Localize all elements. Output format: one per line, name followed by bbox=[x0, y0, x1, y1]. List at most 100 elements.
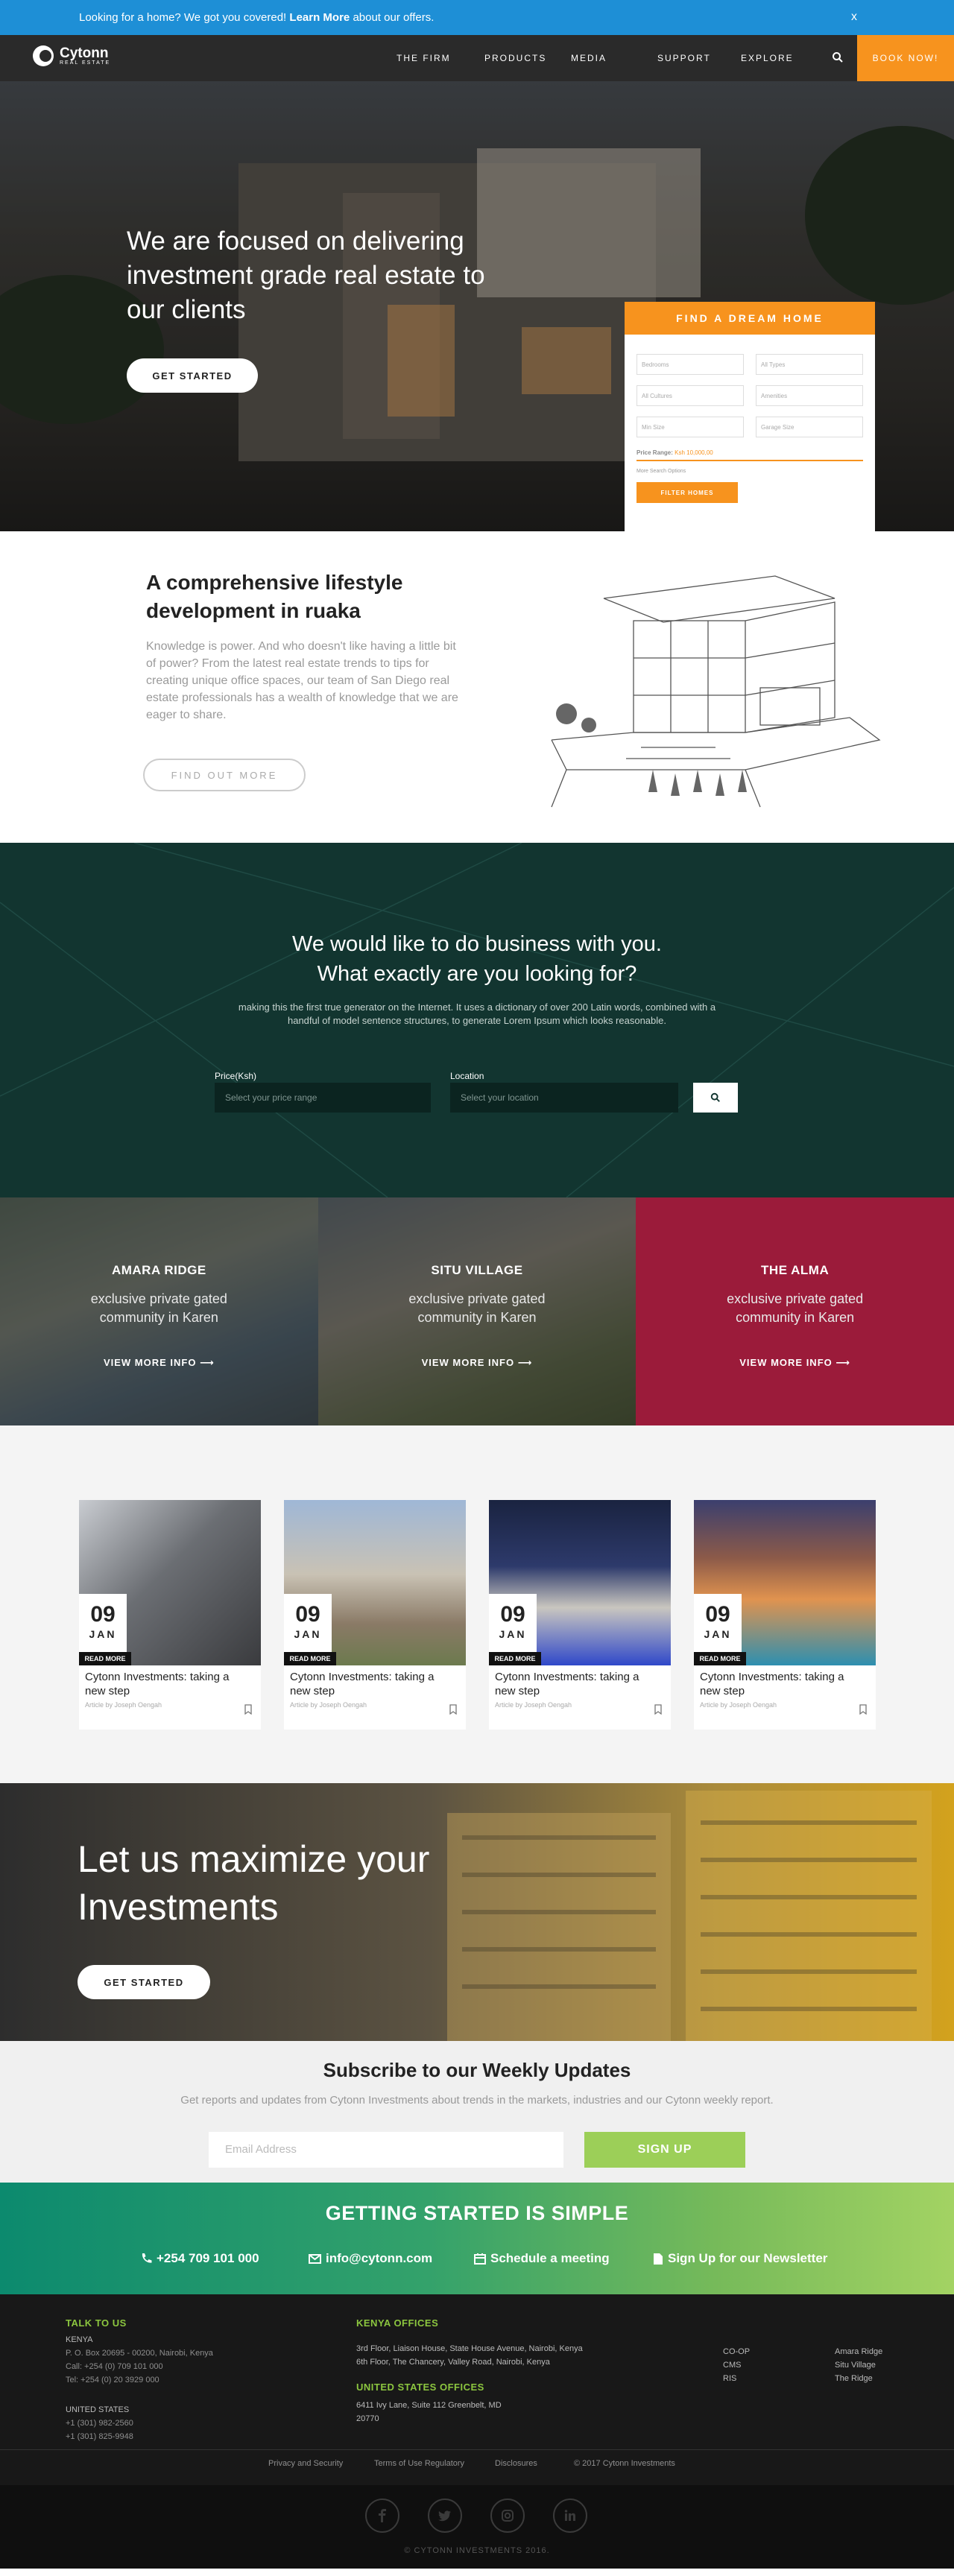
schedule-meeting-link[interactable]: Schedule a meeting bbox=[474, 2251, 610, 2266]
email-address: info@cytonn.com bbox=[326, 2251, 433, 2265]
more-search-options-link[interactable]: More Search Options bbox=[636, 469, 686, 474]
location-select[interactable]: Select your location bbox=[450, 1083, 678, 1113]
bedrooms-select[interactable]: Bedrooms bbox=[636, 354, 744, 375]
articles-section: 09 JAN READ MORE Cytonn Investments: taki… bbox=[0, 1425, 954, 1783]
footer-divider bbox=[0, 2449, 954, 2450]
facebook-icon[interactable] bbox=[365, 2499, 399, 2533]
linkedin-icon[interactable] bbox=[553, 2499, 587, 2533]
property-card-situ-village[interactable]: SITU VILLAGE exclusive private gated com… bbox=[318, 1197, 636, 1425]
disclosures-link[interactable]: Disclosures bbox=[495, 2457, 537, 2470]
article-title[interactable]: Cytonn Investments: taking a new step bbox=[495, 1670, 644, 1698]
article-author: Article by Joseph Oengah bbox=[290, 1701, 367, 1709]
search-icon bbox=[710, 1092, 720, 1102]
email-input[interactable]: Email Address bbox=[209, 2132, 563, 2168]
article-card[interactable]: 09 JAN READ MORE Cytonn Investments: taki… bbox=[489, 1500, 671, 1730]
privacy-link[interactable]: Privacy and Security bbox=[268, 2457, 343, 2470]
newsletter-signup-link[interactable]: Sign Up for our Newsletter bbox=[653, 2251, 827, 2266]
article-title[interactable]: Cytonn Investments: taking a new step bbox=[700, 1670, 849, 1698]
us-phone-2[interactable]: +1 (301) 825-9948 bbox=[66, 2430, 133, 2443]
amenities-select[interactable]: Amenities bbox=[756, 385, 863, 406]
bookmark-icon[interactable] bbox=[859, 1704, 867, 1715]
us-phone-1[interactable]: +1 (301) 982-2560 bbox=[66, 2417, 133, 2430]
article-date: 09 JAN bbox=[79, 1594, 127, 1653]
twitter-icon[interactable] bbox=[428, 2499, 462, 2533]
hero-section: We are focused on delivering investment … bbox=[0, 81, 954, 531]
price-range-select[interactable]: Select your price range bbox=[215, 1083, 431, 1113]
kenya-call[interactable]: Call: +254 (0) 709 101 000 bbox=[66, 2360, 163, 2373]
location-label: Location bbox=[450, 1071, 484, 1081]
banner-text-after: about our offers. bbox=[353, 11, 435, 24]
phone-contact[interactable]: +254 709 101 000 bbox=[140, 2251, 259, 2266]
banner-close-button[interactable]: x bbox=[851, 10, 857, 24]
article-date: 09 JAN bbox=[284, 1594, 332, 1653]
price-range-slider[interactable] bbox=[636, 460, 863, 461]
footer-link-coop[interactable]: CO-OP bbox=[723, 2345, 750, 2358]
search-icon[interactable] bbox=[832, 51, 844, 63]
bookmark-icon[interactable] bbox=[449, 1704, 457, 1715]
min-size-select[interactable]: Min Size bbox=[636, 417, 744, 437]
hero-headline: We are focused on delivering investment … bbox=[127, 227, 485, 324]
property-card-amara-ridge[interactable]: AMARA RIDGE exclusive private gated comm… bbox=[0, 1197, 318, 1425]
types-select[interactable]: All Types bbox=[756, 354, 863, 375]
article-card[interactable]: 09 JAN READ MORE Cytonn Investments: taki… bbox=[284, 1500, 466, 1730]
filter-homes-button[interactable]: FILTER HOMES bbox=[636, 482, 738, 503]
nav-products[interactable]: PRODUCTS bbox=[484, 53, 546, 63]
logo[interactable]: Cytonn REAL ESTATE bbox=[33, 45, 110, 66]
article-card[interactable]: 09 JAN READ MORE Cytonn Investments: taki… bbox=[694, 1500, 876, 1730]
view-more-info-link[interactable]: VIEW MORE INFO ⟶ bbox=[318, 1357, 636, 1369]
footer-link-amara-ridge[interactable]: Amara Ridge bbox=[835, 2345, 882, 2358]
main-nav: Cytonn REAL ESTATE THE FIRM PRODUCTS MED… bbox=[0, 35, 954, 81]
banner-learn-more-link[interactable]: Learn More bbox=[289, 11, 350, 24]
read-more-button[interactable]: READ MORE bbox=[694, 1652, 746, 1665]
business-search-button[interactable] bbox=[693, 1083, 738, 1113]
lifestyle-section: A comprehensive lifestyle development in… bbox=[0, 531, 954, 843]
article-day: 09 bbox=[500, 1602, 525, 1627]
schedule-meeting-label: Schedule a meeting bbox=[490, 2251, 610, 2265]
view-more-info-link[interactable]: VIEW MORE INFO ⟶ bbox=[636, 1357, 954, 1369]
nav-support[interactable]: SUPPORT bbox=[657, 53, 711, 63]
footer-link-situ-village[interactable]: Situ Village bbox=[835, 2358, 876, 2372]
article-title[interactable]: Cytonn Investments: taking a new step bbox=[290, 1670, 439, 1698]
bookmark-icon[interactable] bbox=[654, 1704, 662, 1715]
property-description: exclusive private gated community in Kar… bbox=[408, 1291, 546, 1325]
price-range-label: Price Range: Ksh 10,000,00 bbox=[636, 449, 713, 456]
read-more-button[interactable]: READ MORE bbox=[489, 1652, 541, 1665]
instagram-icon[interactable] bbox=[490, 2499, 525, 2533]
email-contact[interactable]: info@cytonn.com bbox=[309, 2251, 432, 2266]
cultures-select[interactable]: All Cultures bbox=[636, 385, 744, 406]
footer-link-ris[interactable]: RIS bbox=[723, 2372, 736, 2385]
nav-explore[interactable]: EXPLORE bbox=[741, 53, 794, 63]
nav-media[interactable]: MEDIA bbox=[571, 53, 607, 63]
kenya-tel[interactable]: Tel: +254 (0) 20 3929 000 bbox=[66, 2373, 159, 2387]
hero-get-started-button[interactable]: GET STARTED bbox=[127, 358, 258, 393]
us-offices-heading: UNITED STATES OFFICES bbox=[356, 2382, 484, 2393]
footer-link-the-ridge[interactable]: The Ridge bbox=[835, 2372, 873, 2385]
sign-up-button[interactable]: SIGN UP bbox=[584, 2132, 745, 2168]
view-more-label: VIEW MORE INFO bbox=[421, 1357, 515, 1368]
terms-link[interactable]: Terms of Use Regulatory bbox=[374, 2457, 464, 2470]
business-title-line1: We would like to do business with you. bbox=[292, 932, 662, 956]
property-description: exclusive private gated community in Kar… bbox=[90, 1291, 227, 1325]
logo-tagline: REAL ESTATE bbox=[60, 60, 111, 66]
bookmark-icon[interactable] bbox=[244, 1704, 252, 1715]
phone-icon bbox=[142, 2253, 152, 2263]
book-now-button[interactable]: BOOK NOW! bbox=[857, 35, 954, 81]
read-more-button[interactable]: READ MORE bbox=[79, 1652, 131, 1665]
subscribe-body: Get reports and updates from Cytonn Inve… bbox=[180, 2094, 774, 2107]
lifestyle-body: Knowledge is power. And who doesn't like… bbox=[146, 640, 458, 721]
read-more-button[interactable]: READ MORE bbox=[284, 1652, 336, 1665]
nav-the-firm[interactable]: THE FIRM bbox=[397, 53, 451, 63]
article-title[interactable]: Cytonn Investments: taking a new step bbox=[85, 1670, 234, 1698]
find-out-more-button[interactable]: FIND OUT MORE bbox=[143, 759, 306, 791]
property-name: THE ALMA bbox=[761, 1263, 830, 1277]
invest-get-started-button[interactable]: GET STARTED bbox=[78, 1965, 210, 1999]
property-name: SITU VILLAGE bbox=[431, 1263, 523, 1277]
garage-size-select[interactable]: Garage Size bbox=[756, 417, 863, 437]
social-bar: © CYTONN INVESTMENTS 2016. bbox=[0, 2485, 954, 2569]
article-card[interactable]: 09 JAN READ MORE Cytonn Investments: taki… bbox=[79, 1500, 261, 1730]
property-card-the-alma[interactable]: THE ALMA exclusive private gated communi… bbox=[636, 1197, 954, 1425]
view-more-info-link[interactable]: VIEW MORE INFO ⟶ bbox=[0, 1357, 318, 1369]
article-author: Article by Joseph Oengah bbox=[495, 1701, 572, 1709]
view-more-label: VIEW MORE INFO bbox=[103, 1357, 197, 1368]
footer-link-cms[interactable]: CMS bbox=[723, 2358, 741, 2372]
